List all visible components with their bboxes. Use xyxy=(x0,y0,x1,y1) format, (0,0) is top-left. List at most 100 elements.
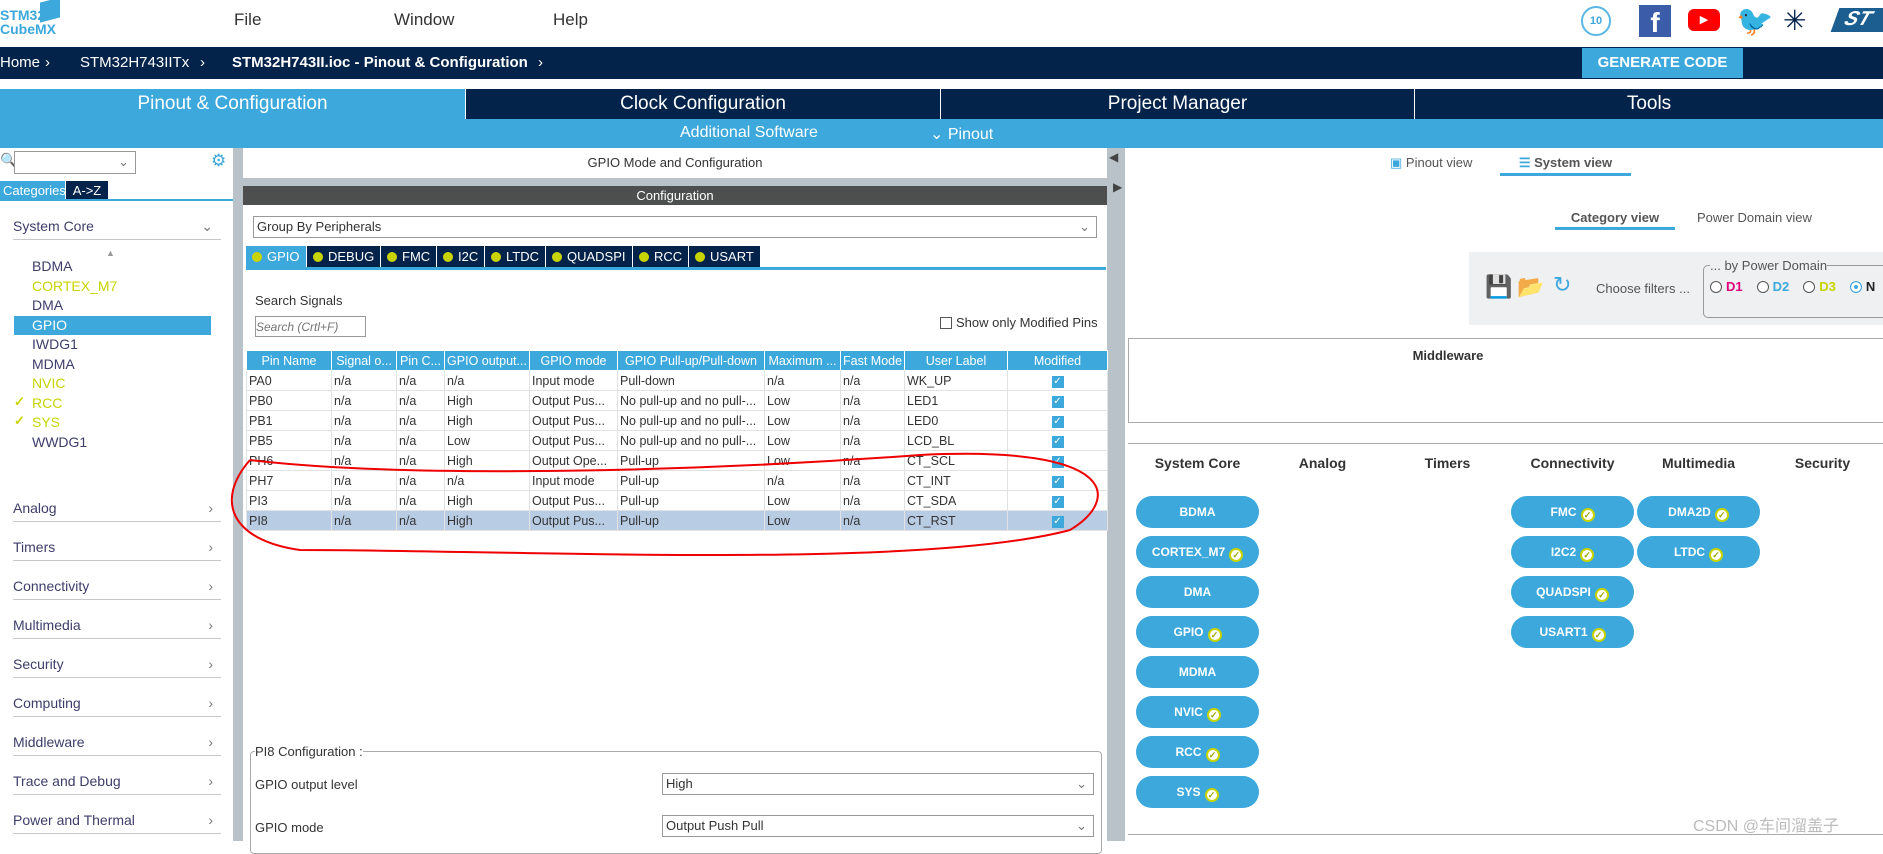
category-computing[interactable]: Computing › xyxy=(13,689,221,717)
gpio-output-level-select[interactable]: High ⌄ xyxy=(662,773,1094,795)
radio-button-icon[interactable] xyxy=(1803,281,1816,293)
network-icon[interactable]: ✳ xyxy=(1783,4,1806,37)
tab-i2c[interactable]: I2C xyxy=(437,246,486,267)
column-header[interactable]: GPIO Pull-up/Pull-down xyxy=(617,350,765,371)
sidebar-item-nvic[interactable]: NVIC xyxy=(32,374,65,393)
sidebar-item-dma[interactable]: DMA xyxy=(32,296,63,315)
gear-icon[interactable]: ⚙ xyxy=(211,151,226,171)
peripheral-gpio-button[interactable]: GPIO ✓ xyxy=(1136,616,1259,648)
tab-system-view[interactable]: ☰ System view xyxy=(1500,155,1631,176)
menu-file[interactable]: File xyxy=(234,10,261,30)
peripheral-mdma-button[interactable]: MDMA xyxy=(1136,656,1259,688)
generate-code-button[interactable]: GENERATE CODE xyxy=(1582,48,1743,78)
column-header[interactable]: User Label xyxy=(904,350,1008,371)
breadcrumb-project[interactable]: STM32H743II.ioc - Pinout & Configuration xyxy=(232,47,528,79)
tab-pinout-view[interactable]: ▣ Pinout view xyxy=(1390,155,1472,171)
column-header[interactable]: Pin C... xyxy=(396,350,445,371)
radio-button-icon[interactable] xyxy=(1756,281,1769,293)
menu-help[interactable]: Help xyxy=(553,10,588,30)
reset-icon[interactable]: ↻ xyxy=(1553,272,1571,298)
checkbox-checked-icon[interactable]: ✓ xyxy=(1051,376,1064,388)
youtube-icon[interactable]: ▶ xyxy=(1688,9,1720,31)
menu-window[interactable]: Window xyxy=(394,10,454,30)
sidebar-item-rcc[interactable]: RCC xyxy=(32,394,62,413)
additional-software-button[interactable]: Additional Software xyxy=(680,124,818,142)
peripheral-rcc-button[interactable]: RCC ✓ xyxy=(1136,736,1259,768)
column-header[interactable]: Fast Mode xyxy=(840,350,905,371)
facebook-icon[interactable]: f xyxy=(1639,5,1671,38)
radio-d2[interactable]: D2 xyxy=(1756,279,1789,294)
tab-category-view[interactable]: Category view xyxy=(1555,210,1675,230)
sidebar-item-cortex_m7[interactable]: CORTEX_M7 xyxy=(32,277,117,296)
radio-d3[interactable]: D3 xyxy=(1803,279,1836,294)
tab-gpio[interactable]: GPIO xyxy=(246,246,307,267)
breadcrumb-home[interactable]: Home xyxy=(0,47,40,79)
modified-cell[interactable]: ✓ xyxy=(1007,370,1108,391)
peripheral-fmc-button[interactable]: FMC ✓ xyxy=(1511,496,1634,528)
column-header[interactable]: Maximum ... xyxy=(764,350,841,371)
radio-button-icon[interactable] xyxy=(1710,281,1722,293)
peripheral-dma-button[interactable]: DMA xyxy=(1136,576,1259,608)
sidebar-item-sys[interactable]: SYS xyxy=(32,413,60,432)
modified-cell[interactable]: ✓ xyxy=(1007,390,1108,411)
radio-n[interactable]: N xyxy=(1849,279,1875,294)
column-header[interactable]: Signal o... xyxy=(331,350,397,371)
breadcrumb-device[interactable]: STM32H743IITx xyxy=(80,47,189,79)
sidebar-item-gpio[interactable]: GPIO xyxy=(32,316,67,335)
anniversary-badge-icon[interactable]: 10 xyxy=(1581,6,1611,36)
table-row[interactable]: PB1 n/a n/a High Output Pus... No pull-up and… xyxy=(246,410,1108,431)
column-header[interactable]: Pin Name xyxy=(246,350,332,371)
peripheral-cortex_m7-button[interactable]: CORTEX_M7 ✓ xyxy=(1136,536,1259,568)
category-security[interactable]: Security › xyxy=(13,650,221,678)
collapse-left-icon[interactable]: ◀ xyxy=(1109,150,1118,164)
tab-rcc[interactable]: RCC xyxy=(633,246,690,267)
peripheral-i2c2-button[interactable]: I2C2 ✓ xyxy=(1511,536,1634,568)
sort-icon[interactable]: ▲ xyxy=(106,248,115,258)
radio-button-icon[interactable] xyxy=(1849,281,1862,293)
sidebar-item-mdma[interactable]: MDMA xyxy=(32,355,75,374)
gpio-mode-select[interactable]: Output Push Pull ⌄ xyxy=(662,815,1094,837)
peripheral-sys-button[interactable]: SYS ✓ xyxy=(1136,776,1259,808)
st-logo-icon[interactable]: ST xyxy=(1830,8,1883,32)
table-row[interactable]: PA0 n/a n/a n/a Input mode Pull-down n/a n/a WK_… xyxy=(246,370,1108,391)
peripheral-bdma-button[interactable]: BDMA xyxy=(1136,496,1259,528)
category-trace-and-debug[interactable]: Trace and Debug › xyxy=(13,767,221,795)
column-header[interactable]: GPIO output... xyxy=(444,350,530,371)
checkbox-checked-icon[interactable]: ✓ xyxy=(1051,396,1064,408)
sidebar-item-iwdg1[interactable]: IWDG1 xyxy=(32,335,78,354)
sidebar-search-select[interactable]: ⌄ xyxy=(14,151,136,174)
group-by-select[interactable]: Group By Peripherals ⌄ xyxy=(253,216,1097,238)
tab-pinout-configuration[interactable]: Pinout & Configuration xyxy=(0,89,465,119)
table-row[interactable]: PB0 n/a n/a High Output Pus... No pull-up and… xyxy=(246,390,1108,411)
peripheral-quadspi-button[interactable]: QUADSPI ✓ xyxy=(1511,576,1634,608)
tab-project-manager[interactable]: Project Manager xyxy=(941,89,1414,119)
tab-clock-configuration[interactable]: Clock Configuration xyxy=(466,89,940,119)
peripheral-dma2d-button[interactable]: DMA2D ✓ xyxy=(1637,496,1760,528)
collapse-right-icon[interactable]: ▶ xyxy=(1113,180,1122,194)
sidebar-item-bdma[interactable]: BDMA xyxy=(32,257,72,276)
save-filter-icon[interactable]: 💾 xyxy=(1485,274,1512,300)
sidebar-item-wwdg1[interactable]: WWDG1 xyxy=(32,433,87,452)
category-timers[interactable]: Timers › xyxy=(13,533,221,561)
category-analog[interactable]: Analog › xyxy=(13,494,221,522)
peripheral-nvic-button[interactable]: NVIC ✓ xyxy=(1136,696,1259,728)
tab-categories[interactable]: Categories xyxy=(0,181,66,200)
search-signals-input[interactable] xyxy=(255,316,366,337)
show-modified-checkbox[interactable]: Show only Modified Pins xyxy=(940,315,1098,330)
column-header[interactable]: Modified xyxy=(1007,350,1108,371)
twitter-icon[interactable]: 🐦 xyxy=(1736,4,1773,39)
checkbox-checked-icon[interactable]: ✓ xyxy=(1051,416,1064,428)
peripheral-ltdc-button[interactable]: LTDC ✓ xyxy=(1637,536,1760,568)
tab-usart[interactable]: USART xyxy=(689,246,761,267)
tab-quadspi[interactable]: QUADSPI xyxy=(546,246,633,267)
peripheral-usart1-button[interactable]: USART1 ✓ xyxy=(1511,616,1634,648)
category-middleware[interactable]: Middleware › xyxy=(13,728,221,756)
modified-cell[interactable]: ✓ xyxy=(1007,410,1108,431)
column-header[interactable]: GPIO mode xyxy=(529,350,618,371)
tab-tools[interactable]: Tools xyxy=(1415,89,1883,119)
category-connectivity[interactable]: Connectivity › xyxy=(13,572,221,600)
pinout-menu-button[interactable]: ⌄ Pinout xyxy=(930,124,993,144)
tab-a-z[interactable]: A->Z xyxy=(66,181,108,200)
tab-ltdc[interactable]: LTDC xyxy=(485,246,546,267)
radio-d1[interactable]: D1 xyxy=(1710,279,1743,294)
